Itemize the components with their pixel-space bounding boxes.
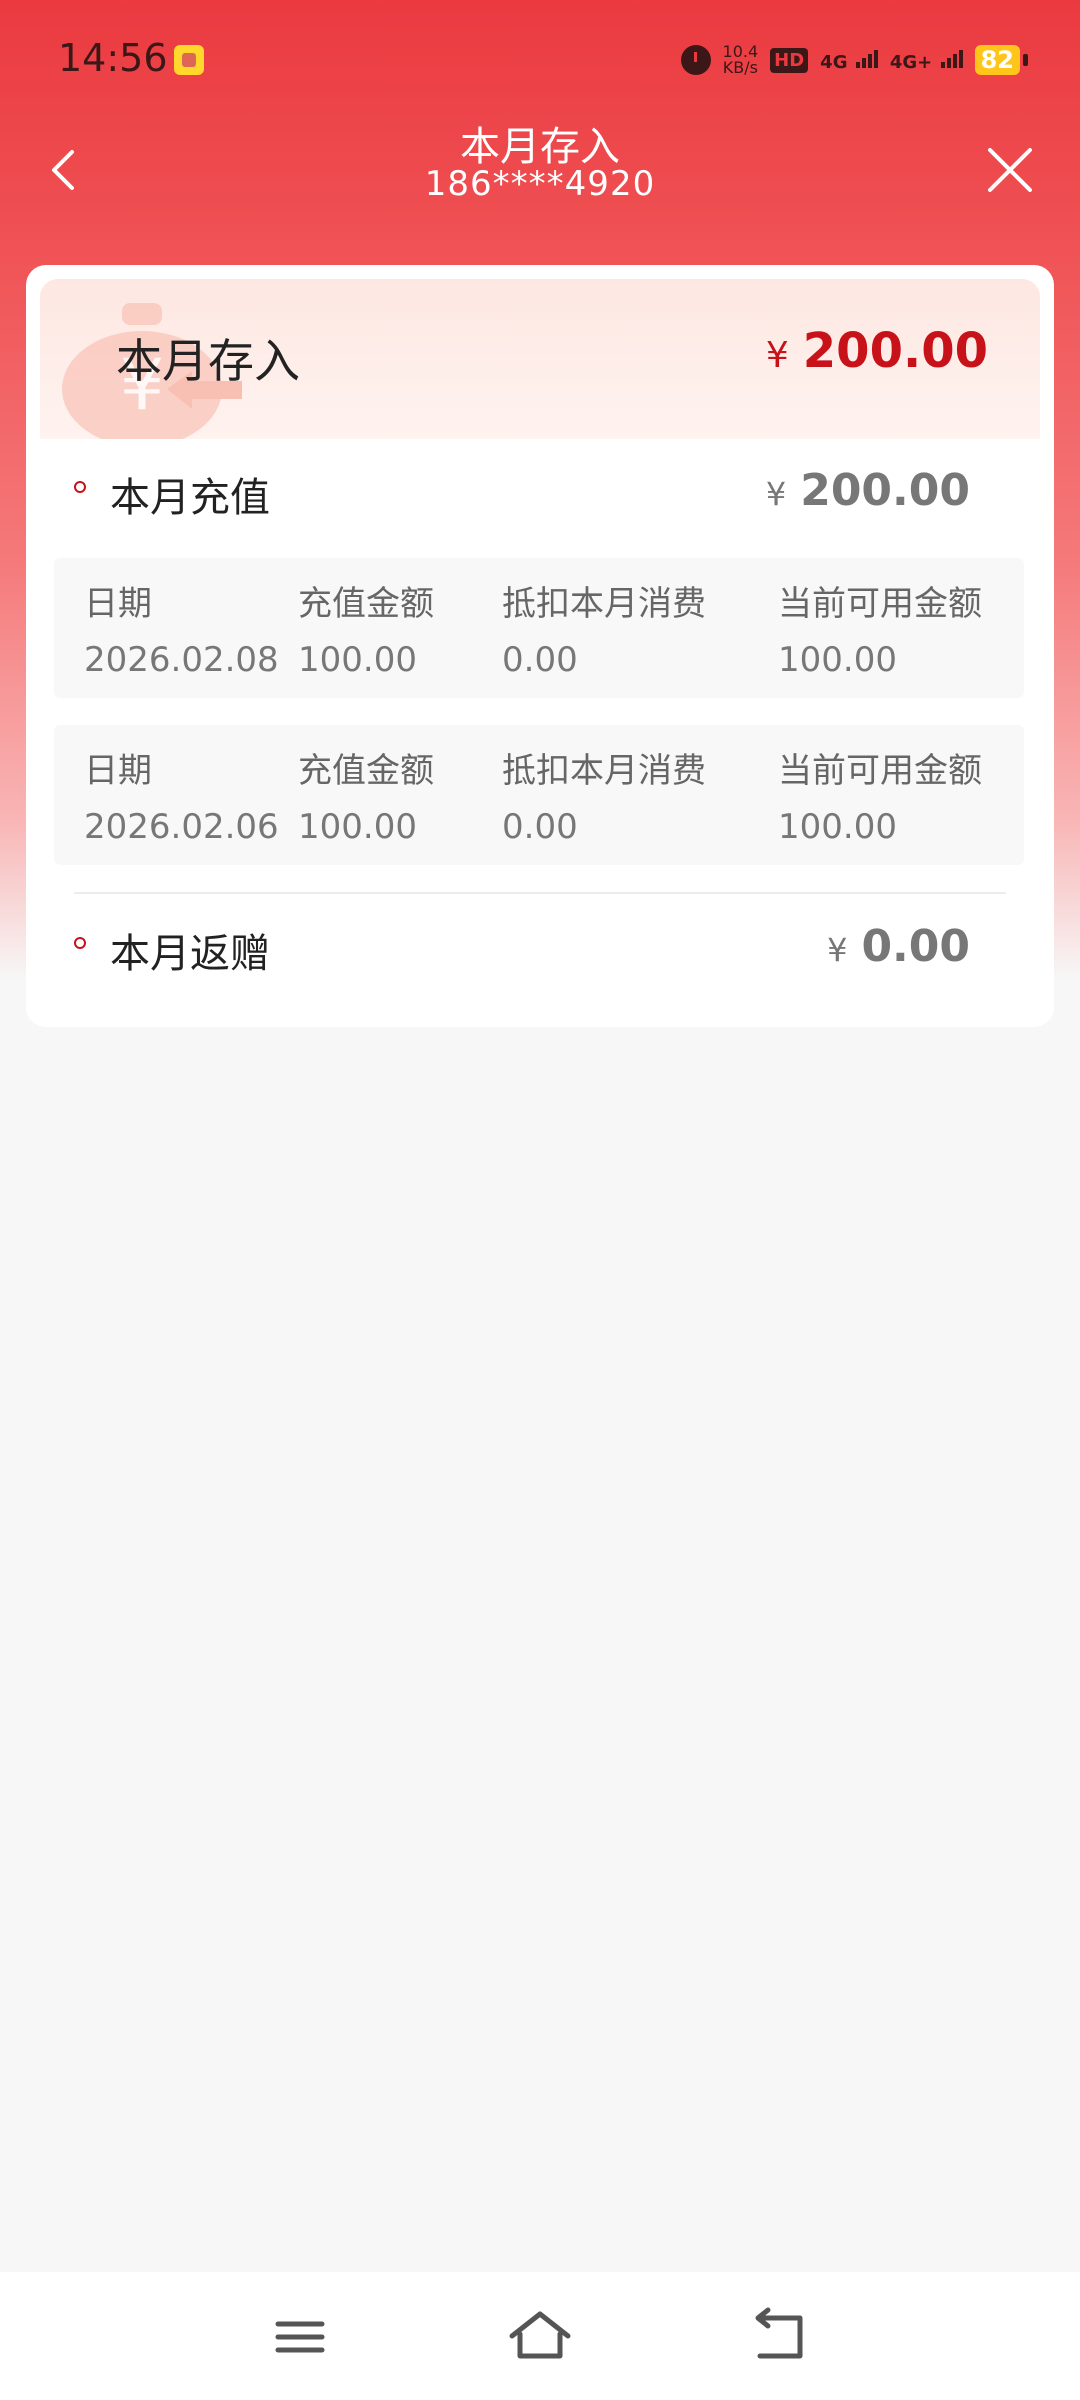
col-header-amount: 充值金额 xyxy=(298,584,434,624)
col-header-available: 当前可用金额 xyxy=(778,751,982,791)
col-header-deduct: 抵扣本月消费 xyxy=(502,751,706,791)
page-header: 本月存入 186****4920 xyxy=(0,110,1080,220)
record-deduct: 0.00 xyxy=(502,807,578,847)
alarm-icon xyxy=(680,45,711,75)
record-amount: 100.00 xyxy=(298,807,417,847)
return-icon xyxy=(755,2307,803,2359)
battery-icon: 82 xyxy=(974,45,1029,75)
record-date: 2026.02.06 xyxy=(84,807,279,847)
record-amount: 100.00 xyxy=(298,640,417,680)
col-header-deduct: 抵扣本月消费 xyxy=(502,584,706,624)
summary-currency: ¥ xyxy=(765,335,789,376)
status-icons: 10.4 KB/s HD 4G 4G+ 82 xyxy=(680,40,1029,80)
record-date: 2026.02.08 xyxy=(84,640,279,680)
bullet-icon xyxy=(74,937,86,949)
bonus-section-header[interactable]: 本月返赠 ¥0.00 xyxy=(26,907,1054,987)
col-header-date: 日期 xyxy=(84,584,152,624)
bullet-icon xyxy=(74,481,86,493)
summary-amount: ¥200.00 xyxy=(766,323,988,379)
sim1-label: 4G xyxy=(820,51,848,73)
hd-icon: HD xyxy=(770,47,809,73)
system-navigation-bar xyxy=(0,2272,1080,2400)
col-header-date: 日期 xyxy=(84,751,152,791)
status-bar: 14:56 10.4 KB/s HD 4G 4G+ 82 xyxy=(0,0,1080,120)
sim2-label: 4G+ xyxy=(889,51,933,73)
summary-label: 本月存入 xyxy=(116,334,300,388)
signal-bars-icon xyxy=(855,48,878,68)
recharge-record: 日期 2026.02.08 充值金额 100.00 抵扣本月消费 0.00 当前… xyxy=(54,558,1024,698)
summary-amount-value: 200.00 xyxy=(802,323,988,379)
col-header-available: 当前可用金额 xyxy=(778,584,982,624)
record-deduct: 0.00 xyxy=(502,640,578,680)
signal-sim2: 4G+ xyxy=(890,48,963,73)
recharge-section-header[interactable]: 本月充值 ¥200.00 xyxy=(26,451,1054,531)
menu-icon xyxy=(275,2321,325,2353)
bonus-amount-value: 0.00 xyxy=(861,921,970,972)
recharge-currency: ¥ xyxy=(765,475,787,513)
signal-sim1: 4G xyxy=(820,48,878,73)
phone-number: 186****4920 xyxy=(424,164,656,204)
network-speed: 10.4 KB/s xyxy=(723,44,759,76)
col-header-amount: 充值金额 xyxy=(298,751,434,791)
return-button[interactable] xyxy=(740,2302,820,2372)
signal-bars-icon xyxy=(940,48,963,68)
bonus-amount: ¥0.00 xyxy=(827,921,970,972)
home-button[interactable] xyxy=(500,2302,580,2372)
record-available: 100.00 xyxy=(778,640,897,680)
bonus-currency: ¥ xyxy=(827,931,848,969)
recharge-amount-value: 200.00 xyxy=(800,465,970,516)
network-speed-unit: KB/s xyxy=(722,58,758,77)
home-icon xyxy=(509,2311,571,2359)
menu-button[interactable] xyxy=(260,2302,340,2372)
recharge-amount: ¥200.00 xyxy=(766,465,970,516)
section-divider xyxy=(74,892,1006,894)
deposit-card: ¥ 本月存入 ¥200.00 本月充值 ¥200.00 日期 2026.02.0… xyxy=(26,265,1054,1027)
close-icon xyxy=(988,148,1032,192)
recharge-label: 本月充值 xyxy=(110,475,270,521)
summary-banner: ¥ 本月存入 ¥200.00 xyxy=(40,279,1040,439)
record-available: 100.00 xyxy=(778,807,897,847)
recharge-record: 日期 2026.02.06 充值金额 100.00 抵扣本月消费 0.00 当前… xyxy=(54,725,1024,865)
close-button[interactable] xyxy=(980,140,1040,200)
app-notification-icon xyxy=(174,45,204,75)
bonus-label: 本月返赠 xyxy=(110,931,270,977)
status-time: 14:56 xyxy=(58,36,168,80)
